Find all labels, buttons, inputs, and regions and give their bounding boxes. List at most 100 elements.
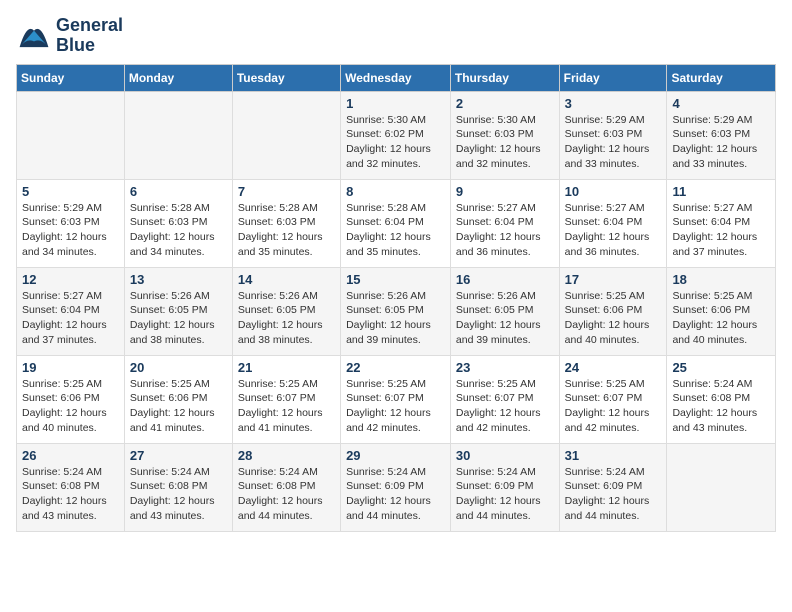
- calendar-cell: [232, 91, 340, 179]
- calendar-table: SundayMondayTuesdayWednesdayThursdayFrid…: [16, 64, 776, 532]
- day-number: 28: [238, 448, 335, 463]
- logo-icon: [16, 18, 52, 54]
- day-info: Sunrise: 5:25 AM Sunset: 6:07 PM Dayligh…: [238, 377, 335, 436]
- calendar-cell: 19 Sunrise: 5:25 AM Sunset: 6:06 PM Dayli…: [17, 355, 125, 443]
- calendar-cell: 9 Sunrise: 5:27 AM Sunset: 6:04 PM Daylig…: [450, 179, 559, 267]
- calendar-cell: [667, 443, 776, 531]
- calendar-cell: 25 Sunrise: 5:24 AM Sunset: 6:08 PM Dayli…: [667, 355, 776, 443]
- calendar-week-row: 5 Sunrise: 5:29 AM Sunset: 6:03 PM Daylig…: [17, 179, 776, 267]
- logo-text: General Blue: [56, 16, 123, 56]
- calendar-cell: 3 Sunrise: 5:29 AM Sunset: 6:03 PM Daylig…: [559, 91, 667, 179]
- calendar-cell: 23Sunrise: 5:25 AM Sunset: 6:07 PM Dayli…: [450, 355, 559, 443]
- calendar-cell: 15 Sunrise: 5:26 AM Sunset: 6:05 PM Dayli…: [341, 267, 451, 355]
- day-info: Sunrise: 5:24 AM Sunset: 6:08 PM Dayligh…: [672, 377, 770, 436]
- day-info: Sunrise: 5:27 AM Sunset: 6:04 PM Dayligh…: [672, 201, 770, 260]
- day-info: Sunrise: 5:27 AM Sunset: 6:04 PM Dayligh…: [22, 289, 119, 348]
- day-info: Sunrise: 5:24 AM Sunset: 6:08 PM Dayligh…: [22, 465, 119, 524]
- day-info: Sunrise: 5:25 AM Sunset: 6:07 PM Dayligh…: [565, 377, 662, 436]
- day-number: 5: [22, 184, 119, 199]
- calendar-cell: 8 Sunrise: 5:28 AM Sunset: 6:04 PM Daylig…: [341, 179, 451, 267]
- day-number: 27: [130, 448, 227, 463]
- day-info: Sunrise: 5:27 AM Sunset: 6:04 PM Dayligh…: [456, 201, 554, 260]
- day-number: 18: [672, 272, 770, 287]
- day-number: 1: [346, 96, 445, 111]
- calendar-cell: 22 Sunrise: 5:25 AM Sunset: 6:07 PM Dayli…: [341, 355, 451, 443]
- calendar-cell: 28 Sunrise: 5:24 AM Sunset: 6:08 PM Dayli…: [232, 443, 340, 531]
- day-number: 19: [22, 360, 119, 375]
- day-number: 25: [672, 360, 770, 375]
- weekday-header-saturday: Saturday: [667, 64, 776, 91]
- calendar-cell: 31Sunrise: 5:24 AM Sunset: 6:09 PM Dayli…: [559, 443, 667, 531]
- day-number: 12: [22, 272, 119, 287]
- calendar-cell: 2 Sunrise: 5:30 AM Sunset: 6:03 PM Daylig…: [450, 91, 559, 179]
- weekday-header-thursday: Thursday: [450, 64, 559, 91]
- day-info: Sunrise: 5:26 AM Sunset: 6:05 PM Dayligh…: [130, 289, 227, 348]
- day-number: 22: [346, 360, 445, 375]
- calendar-week-row: 1 Sunrise: 5:30 AM Sunset: 6:02 PM Daylig…: [17, 91, 776, 179]
- calendar-cell: 14 Sunrise: 5:26 AM Sunset: 6:05 PM Dayli…: [232, 267, 340, 355]
- day-number: 29: [346, 448, 445, 463]
- day-info: Sunrise: 5:29 AM Sunset: 6:03 PM Dayligh…: [22, 201, 119, 260]
- day-info: Sunrise: 5:24 AM Sunset: 6:08 PM Dayligh…: [130, 465, 227, 524]
- logo: General Blue: [16, 16, 123, 56]
- day-number: 11: [672, 184, 770, 199]
- calendar-week-row: 19 Sunrise: 5:25 AM Sunset: 6:06 PM Dayli…: [17, 355, 776, 443]
- day-info: Sunrise: 5:25 AM Sunset: 6:06 PM Dayligh…: [130, 377, 227, 436]
- day-info: Sunrise: 5:28 AM Sunset: 6:03 PM Dayligh…: [238, 201, 335, 260]
- day-number: 6: [130, 184, 227, 199]
- calendar-cell: 30Sunrise: 5:24 AM Sunset: 6:09 PM Dayli…: [450, 443, 559, 531]
- weekday-header-tuesday: Tuesday: [232, 64, 340, 91]
- day-number: 2: [456, 96, 554, 111]
- calendar-cell: [124, 91, 232, 179]
- calendar-cell: 17 Sunrise: 5:25 AM Sunset: 6:06 PM Dayli…: [559, 267, 667, 355]
- calendar-week-row: 12 Sunrise: 5:27 AM Sunset: 6:04 PM Dayli…: [17, 267, 776, 355]
- calendar-cell: 13Sunrise: 5:26 AM Sunset: 6:05 PM Dayli…: [124, 267, 232, 355]
- day-number: 17: [565, 272, 662, 287]
- calendar-week-row: 26 Sunrise: 5:24 AM Sunset: 6:08 PM Dayli…: [17, 443, 776, 531]
- day-info: Sunrise: 5:26 AM Sunset: 6:05 PM Dayligh…: [238, 289, 335, 348]
- day-info: Sunrise: 5:26 AM Sunset: 6:05 PM Dayligh…: [346, 289, 445, 348]
- day-number: 3: [565, 96, 662, 111]
- day-number: 8: [346, 184, 445, 199]
- day-info: Sunrise: 5:30 AM Sunset: 6:03 PM Dayligh…: [456, 113, 554, 172]
- day-number: 9: [456, 184, 554, 199]
- day-info: Sunrise: 5:25 AM Sunset: 6:07 PM Dayligh…: [346, 377, 445, 436]
- day-info: Sunrise: 5:25 AM Sunset: 6:07 PM Dayligh…: [456, 377, 554, 436]
- calendar-cell: 26 Sunrise: 5:24 AM Sunset: 6:08 PM Dayli…: [17, 443, 125, 531]
- day-info: Sunrise: 5:29 AM Sunset: 6:03 PM Dayligh…: [672, 113, 770, 172]
- day-info: Sunrise: 5:30 AM Sunset: 6:02 PM Dayligh…: [346, 113, 445, 172]
- calendar-cell: 27 Sunrise: 5:24 AM Sunset: 6:08 PM Dayli…: [124, 443, 232, 531]
- calendar-cell: 10 Sunrise: 5:27 AM Sunset: 6:04 PM Dayli…: [559, 179, 667, 267]
- weekday-header-wednesday: Wednesday: [341, 64, 451, 91]
- day-info: Sunrise: 5:24 AM Sunset: 6:09 PM Dayligh…: [456, 465, 554, 524]
- day-info: Sunrise: 5:24 AM Sunset: 6:08 PM Dayligh…: [238, 465, 335, 524]
- day-info: Sunrise: 5:25 AM Sunset: 6:06 PM Dayligh…: [565, 289, 662, 348]
- calendar-cell: [17, 91, 125, 179]
- day-number: 26: [22, 448, 119, 463]
- calendar-cell: 20 Sunrise: 5:25 AM Sunset: 6:06 PM Dayli…: [124, 355, 232, 443]
- calendar-cell: 7 Sunrise: 5:28 AM Sunset: 6:03 PM Daylig…: [232, 179, 340, 267]
- day-info: Sunrise: 5:28 AM Sunset: 6:04 PM Dayligh…: [346, 201, 445, 260]
- day-number: 15: [346, 272, 445, 287]
- calendar-cell: 6Sunrise: 5:28 AM Sunset: 6:03 PM Daylig…: [124, 179, 232, 267]
- weekday-header-friday: Friday: [559, 64, 667, 91]
- page-header: General Blue: [16, 16, 776, 56]
- calendar-cell: 11 Sunrise: 5:27 AM Sunset: 6:04 PM Dayli…: [667, 179, 776, 267]
- weekday-header-sunday: Sunday: [17, 64, 125, 91]
- day-info: Sunrise: 5:29 AM Sunset: 6:03 PM Dayligh…: [565, 113, 662, 172]
- weekday-header-monday: Monday: [124, 64, 232, 91]
- day-info: Sunrise: 5:24 AM Sunset: 6:09 PM Dayligh…: [346, 465, 445, 524]
- calendar-cell: 5 Sunrise: 5:29 AM Sunset: 6:03 PM Daylig…: [17, 179, 125, 267]
- calendar-cell: 16Sunrise: 5:26 AM Sunset: 6:05 PM Dayli…: [450, 267, 559, 355]
- calendar-cell: 4Sunrise: 5:29 AM Sunset: 6:03 PM Daylig…: [667, 91, 776, 179]
- day-number: 7: [238, 184, 335, 199]
- day-number: 20: [130, 360, 227, 375]
- day-info: Sunrise: 5:27 AM Sunset: 6:04 PM Dayligh…: [565, 201, 662, 260]
- day-number: 24: [565, 360, 662, 375]
- day-number: 16: [456, 272, 554, 287]
- day-number: 21: [238, 360, 335, 375]
- day-number: 14: [238, 272, 335, 287]
- day-info: Sunrise: 5:25 AM Sunset: 6:06 PM Dayligh…: [22, 377, 119, 436]
- day-number: 10: [565, 184, 662, 199]
- calendar-cell: 21 Sunrise: 5:25 AM Sunset: 6:07 PM Dayli…: [232, 355, 340, 443]
